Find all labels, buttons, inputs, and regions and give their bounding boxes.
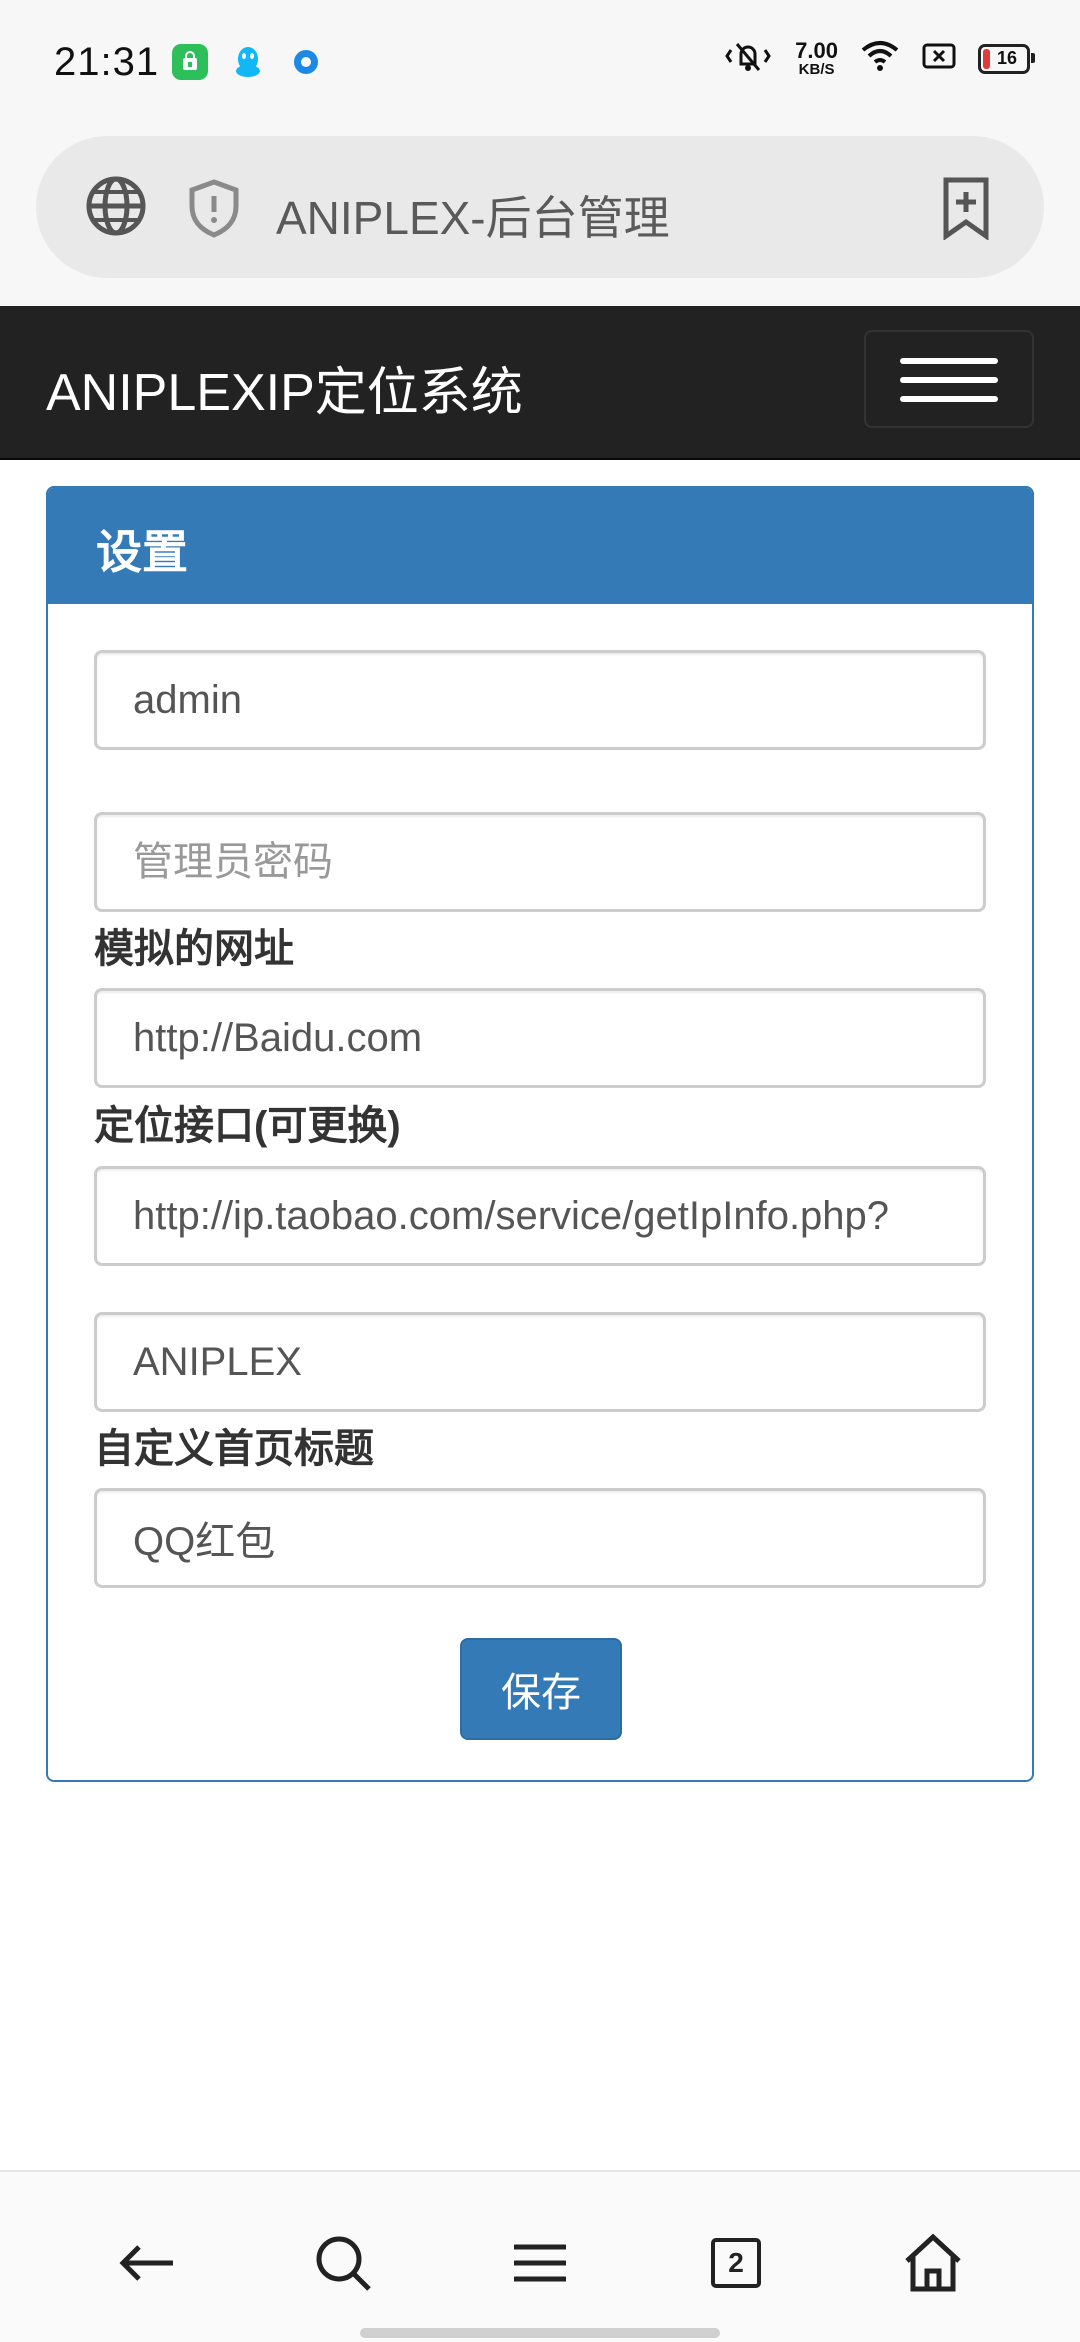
site-name-input[interactable] [97,1315,983,1409]
api-label: 定位接口(可更换) [94,1104,401,1148]
mock-url-field[interactable] [94,988,986,1088]
wifi-icon [860,40,900,77]
api-field[interactable] [94,1166,986,1266]
menu-icon[interactable] [505,2228,575,2298]
globe-icon[interactable] [84,174,148,243]
home-title-label: 自定义首页标题 [94,1427,374,1471]
search-icon[interactable] [308,2228,378,2298]
home-icon[interactable] [898,2228,968,2298]
shield-icon[interactable] [186,178,242,243]
status-bar: 21:31 7.00 KB/S 16 [0,0,1080,130]
battery-icon: 16 [978,43,1035,74]
browser-toolbar: ANIPLEX-后台管理 [0,130,1080,306]
username-field[interactable] [94,650,986,750]
panel-heading: 设置 [48,488,1032,604]
add-bookmark-icon[interactable] [938,176,994,245]
password-input[interactable] [97,815,983,909]
page-title-url[interactable]: ANIPLEX-后台管理 [276,182,670,248]
status-time: 21:31 [54,40,160,84]
hamburger-menu-icon[interactable] [864,330,1034,428]
shopping-bag-icon [172,44,208,80]
mock-url-label: 模拟的网址 [94,927,294,971]
status-right-icons: 7.00 KB/S 16 [723,38,1035,79]
panel-title: 设置 [96,526,188,578]
username-input[interactable] [97,653,983,747]
home-indicator[interactable] [360,2328,720,2338]
api-input[interactable] [97,1169,983,1263]
status-app-icons [172,44,324,80]
home-title-input[interactable] [97,1491,983,1585]
password-field[interactable] [94,812,986,912]
home-title-field[interactable] [94,1488,986,1588]
site-name-field[interactable] [94,1312,986,1412]
settings-panel: 设置 模拟的网址 定位接口(可更换) 自定义首页标题 保存 [46,486,1034,1782]
site-navbar: ANIPLEXIP定位系统 [0,306,1080,460]
mock-url-input[interactable] [97,991,983,1085]
save-button[interactable]: 保存 [460,1638,622,1740]
address-bar[interactable]: ANIPLEX-后台管理 [36,136,1044,278]
navbar-brand[interactable]: ANIPLEXIP定位系统 [46,350,523,425]
qq-penguin-icon [230,44,266,80]
sim-off-icon [922,42,956,75]
vibrate-silent-icon [723,38,773,79]
net-speed: 7.00 KB/S [795,38,838,78]
tabs-icon[interactable]: 2 [701,2228,771,2298]
back-arrow-icon[interactable] [112,2228,182,2298]
blue-dot-app-icon [288,44,324,80]
tabs-count: 2 [711,2238,761,2288]
browser-bottom-nav: 2 [0,2170,1080,2342]
